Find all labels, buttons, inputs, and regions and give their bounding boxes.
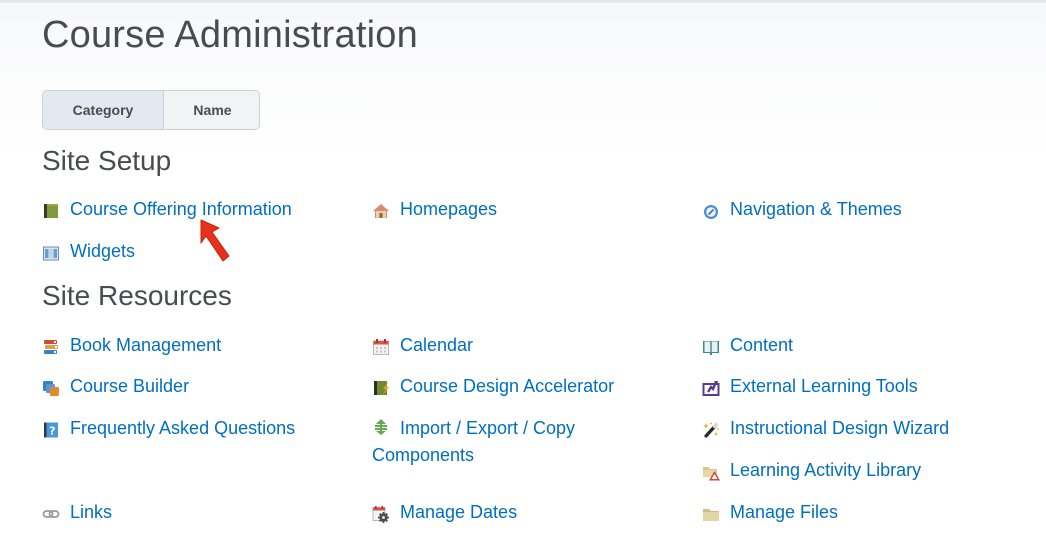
house-icon	[372, 201, 390, 219]
link-label: Links	[70, 502, 113, 522]
chain-link-icon	[42, 504, 60, 522]
link-label: Calendar	[400, 335, 474, 355]
page-title: Course Administration	[42, 14, 418, 56]
link-import-export-copy-components[interactable]: Import / Export / Copy Components	[372, 415, 632, 469]
link-label: Course Offering Information	[70, 199, 292, 219]
link-book-management[interactable]: Book Management	[42, 332, 221, 359]
link-learning-activity-library[interactable]: Learning Activity Library	[702, 457, 921, 484]
top-border	[0, 0, 1046, 3]
toggle-category-button[interactable]: Category	[43, 91, 164, 129]
link-links[interactable]: Links	[42, 499, 112, 526]
link-label: Widgets	[70, 241, 136, 261]
widget-grid-icon	[42, 243, 60, 261]
link-label: Book Management	[70, 335, 222, 355]
link-widgets[interactable]: Widgets	[42, 238, 135, 265]
calendar-icon	[372, 337, 390, 355]
import-export-arrows-icon	[372, 417, 390, 435]
link-manage-dates[interactable]: Manage Dates	[372, 499, 517, 526]
section-title-site-resources: Site Resources	[42, 280, 232, 311]
red-arrow-pointer-icon	[200, 219, 230, 262]
link-label: Course Design Accelerator	[400, 376, 615, 396]
section-title-site-setup: Site Setup	[42, 145, 172, 176]
view-toggle: Category Name	[42, 90, 260, 130]
link-instructional-design-wizard[interactable]: Instructional Design Wizard	[702, 415, 949, 442]
link-label: Homepages	[400, 199, 498, 219]
link-label: Navigation & Themes	[730, 199, 902, 219]
folder-warning-icon	[702, 462, 720, 481]
link-frequently-asked-questions[interactable]: ? Frequently Asked Questions	[42, 415, 295, 442]
link-calendar[interactable]: Calendar	[372, 332, 473, 359]
compass-icon	[702, 201, 720, 219]
green-book-icon	[42, 201, 60, 219]
link-content[interactable]: Content	[702, 332, 793, 359]
link-course-builder[interactable]: Course Builder	[42, 373, 189, 400]
link-label: Content	[730, 335, 794, 355]
svg-text:?: ?	[49, 425, 55, 438]
folder-icon	[702, 504, 720, 522]
link-label: Manage Dates	[400, 502, 518, 522]
builder-blocks-icon	[42, 378, 60, 396]
link-label: Instructional Design Wizard	[730, 418, 950, 438]
question-book-icon: ?	[42, 420, 60, 438]
link-label: Manage Files	[730, 502, 839, 522]
open-book-icon	[702, 337, 720, 355]
link-label: Course Builder	[70, 376, 190, 396]
external-tool-icon	[702, 378, 720, 396]
link-course-design-accelerator[interactable]: Course Design Accelerator	[372, 373, 614, 400]
link-label: External Learning Tools	[730, 376, 918, 396]
link-course-offering-information[interactable]: Course Offering Information	[42, 196, 292, 223]
link-external-learning-tools[interactable]: External Learning Tools	[702, 373, 918, 400]
toggle-name-button[interactable]: Name	[164, 91, 259, 129]
link-manage-files[interactable]: Manage Files	[702, 499, 838, 526]
book-stack-icon	[42, 337, 60, 355]
calendar-gear-icon	[372, 504, 390, 523]
link-label: Learning Activity Library	[730, 460, 922, 480]
magic-wand-icon	[702, 420, 720, 438]
link-label: Import / Export / Copy Components	[372, 418, 576, 465]
link-navigation-themes[interactable]: Navigation & Themes	[702, 196, 902, 223]
book-lightning-icon	[372, 378, 390, 396]
link-label: Frequently Asked Questions	[70, 418, 296, 438]
link-homepages[interactable]: Homepages	[372, 196, 497, 223]
